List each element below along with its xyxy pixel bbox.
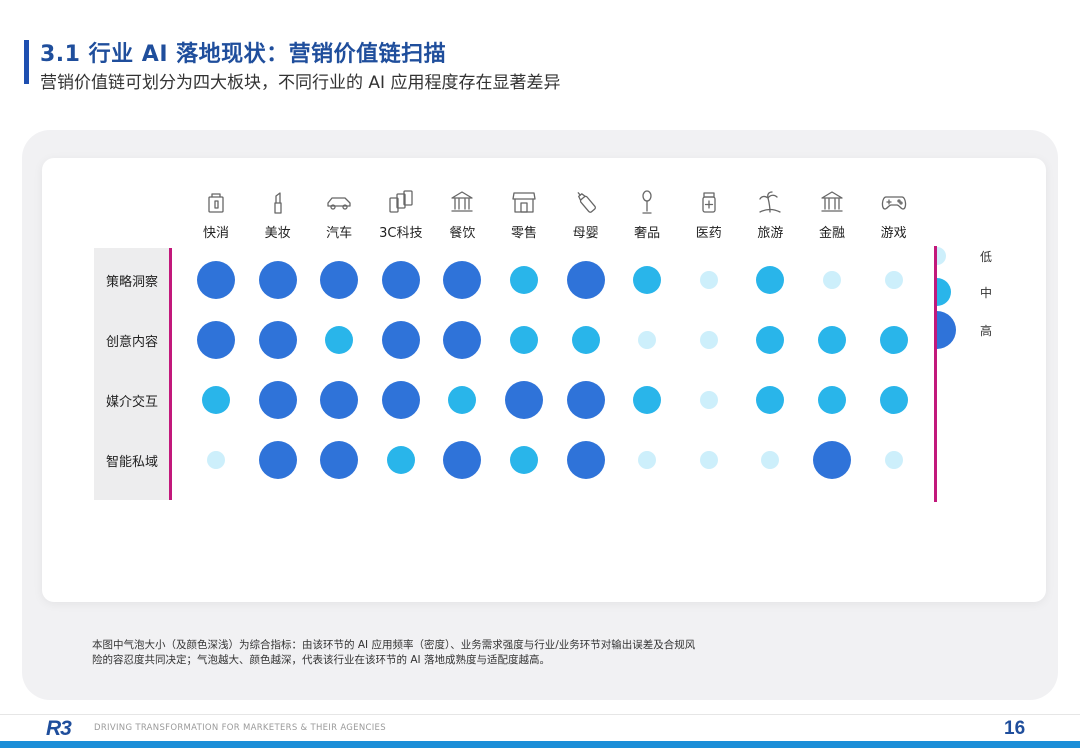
row-label: 策略洞察 <box>105 275 158 290</box>
medicine-bottle-icon <box>695 188 723 216</box>
bubble-智能私域-母婴 <box>566 441 605 479</box>
row-label: 智能私域 <box>105 455 158 470</box>
bubble-媒介交互-零售 <box>505 381 543 419</box>
bubble-策略洞察-美妆 <box>258 261 297 299</box>
bubble-策略洞察-汽车 <box>320 261 359 299</box>
bubble-创意内容-游戏 <box>879 326 908 354</box>
bubble-媒介交互-游戏 <box>879 386 908 414</box>
car-icon <box>325 188 353 216</box>
legend-label: 高 <box>979 324 992 338</box>
lipstick-icon <box>264 188 292 216</box>
legend-label: 低 <box>979 250 992 264</box>
bubble-创意内容-快消 <box>197 321 235 359</box>
bubble-媒介交互-金融 <box>818 386 846 414</box>
r3-logo: R3 <box>46 717 72 740</box>
devices-icon <box>387 188 415 216</box>
bubble-媒介交互-美妆 <box>258 381 297 419</box>
storefront-icon <box>510 188 538 216</box>
bubble-策略洞察-3C科技 <box>381 261 420 299</box>
bubble-创意内容-零售 <box>510 326 538 354</box>
bubble-媒介交互-母婴 <box>566 381 605 419</box>
page-number: 16 <box>1004 718 1026 739</box>
bubble-智能私域-美妆 <box>258 441 297 479</box>
bubble-创意内容-金融 <box>818 326 846 354</box>
restaurant-icon <box>448 188 476 216</box>
bubble-创意内容-母婴 <box>571 326 600 354</box>
legend-bubble <box>937 247 947 265</box>
bubble-策略洞察-母婴 <box>566 261 605 299</box>
column-label: 医药 <box>695 226 722 241</box>
column-label: 汽车 <box>326 226 353 241</box>
bubble-媒介交互-3C科技 <box>381 381 420 419</box>
bubble-策略洞察-快消 <box>197 261 235 299</box>
column-label: 母婴 <box>572 226 599 241</box>
bubble-媒介交互-汽车 <box>320 381 359 419</box>
bubble-策略洞察-零售 <box>510 266 538 294</box>
mannequin-icon <box>633 188 661 216</box>
page-subtitle: 营销价值链可划分为四大板块，不同行业的 AI 应用程度存在显著差异 <box>40 73 561 93</box>
page-title: 3.1 行业 AI 落地现状：营销价值链扫描 <box>40 42 447 67</box>
column-label: 3C科技 <box>379 226 423 241</box>
row-label: 媒介交互 <box>105 395 158 410</box>
bubble-策略洞察-金融 <box>823 271 841 289</box>
bubble-策略洞察-医药 <box>699 271 718 289</box>
legend-bubble <box>937 278 952 306</box>
column-label: 游戏 <box>880 226 907 241</box>
column-label: 快消 <box>202 226 229 241</box>
column-label: 奢品 <box>634 226 661 241</box>
footer-divider <box>0 714 1080 715</box>
column-label: 美妆 <box>264 226 291 241</box>
bubble-策略洞察-游戏 <box>884 271 903 289</box>
shopping-bag-icon <box>202 188 230 216</box>
bubble-智能私域-游戏 <box>884 451 903 469</box>
bubble-创意内容-医药 <box>699 331 718 349</box>
column-label: 餐饮 <box>449 226 476 241</box>
column-label: 金融 <box>818 226 845 241</box>
footnote: 本图中气泡大小（及颜色深浅）为综合指标：由该环节的 AI 应用频率（密度）、业务… <box>92 639 696 666</box>
column-label: 旅游 <box>757 226 784 241</box>
bubble-创意内容-汽车 <box>325 326 354 354</box>
column-label: 零售 <box>510 226 537 241</box>
bubble-智能私域-金融 <box>813 441 851 479</box>
bubble-媒介交互-奢品 <box>633 386 662 414</box>
bubble-智能私域-快消 <box>207 451 225 469</box>
bubble-智能私域-医药 <box>699 451 718 469</box>
palm-beach-icon <box>756 188 784 216</box>
row-label: 创意内容 <box>105 335 158 350</box>
bank-icon <box>818 188 846 216</box>
bubble-智能私域-零售 <box>510 446 538 474</box>
legend-label: 中 <box>979 286 992 300</box>
bubble-策略洞察-奢品 <box>633 266 662 294</box>
bubble-智能私域-3C科技 <box>386 446 415 474</box>
footer-tagline: DRIVING TRANSFORMATION FOR MARKETERS & T… <box>94 723 386 733</box>
title-accent-bar <box>24 40 29 84</box>
gamepad-icon <box>880 188 908 216</box>
bubble-智能私域-汽车 <box>320 441 359 479</box>
bubble-媒介交互-快消 <box>202 386 230 414</box>
bubble-创意内容-3C科技 <box>381 321 420 359</box>
baby-bottle-icon <box>572 188 600 216</box>
legend-bubble <box>937 311 957 349</box>
bubble-创意内容-美妆 <box>258 321 297 359</box>
bubble-媒介交互-医药 <box>699 391 718 409</box>
footer-bar <box>0 741 1080 748</box>
